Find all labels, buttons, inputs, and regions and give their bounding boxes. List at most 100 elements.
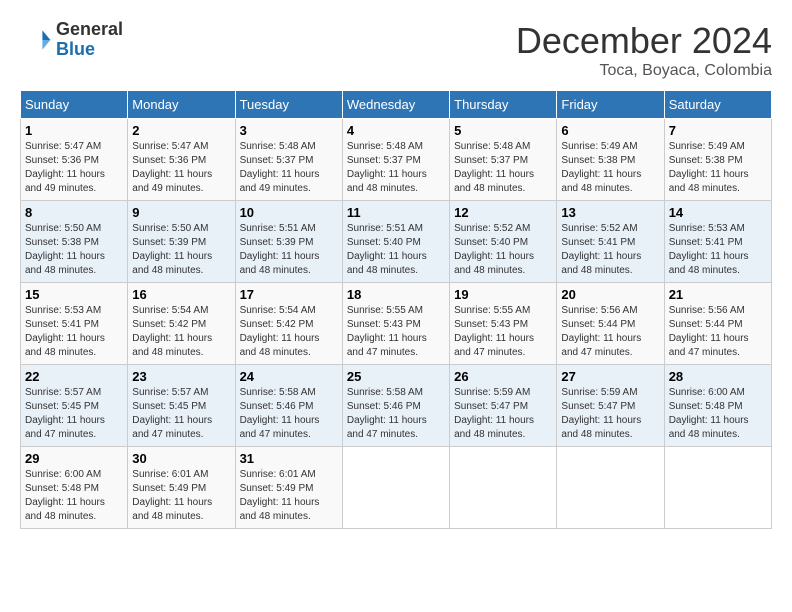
day-info: Sunrise: 5:48 AM Sunset: 5:37 PM Dayligh… [240, 140, 338, 196]
day-cell-21: 21 Sunrise: 5:56 AM Sunset: 5:44 PM Dayli… [664, 283, 771, 365]
day-cell-27: 27Sunrise: 5:59 AM Sunset: 5:47 PM Dayli… [557, 365, 664, 447]
empty-cell [664, 447, 771, 529]
day-cell-11: 11Sunrise: 5:51 AM Sunset: 5:40 PM Dayli… [342, 201, 449, 283]
day-number: 18 [347, 287, 445, 302]
day-number: 23 [132, 369, 230, 384]
day-cell-2: 2 Sunrise: 5:47 AM Sunset: 5:36 PM Daylig… [128, 119, 235, 201]
day-number: 9 [132, 205, 230, 220]
day-number: 10 [240, 205, 338, 220]
day-info: Sunrise: 5:52 AM Sunset: 5:41 PM Dayligh… [561, 222, 659, 278]
day-info: Sunrise: 5:55 AM Sunset: 5:43 PM Dayligh… [347, 304, 445, 360]
day-cell-14: 14 Sunrise: 5:53 AM Sunset: 5:41 PM Dayli… [664, 201, 771, 283]
day-number: 11 [347, 205, 445, 220]
day-number: 13 [561, 205, 659, 220]
calendar-title: December 2024 [516, 20, 772, 62]
day-number: 2 [132, 123, 230, 138]
day-number: 28 [669, 369, 767, 384]
empty-cell [342, 447, 449, 529]
day-number: 1 [25, 123, 123, 138]
day-cell-19: 19 Sunrise: 5:55 AM Sunset: 5:43 PM Dayli… [450, 283, 557, 365]
day-cell-30: 30 Sunrise: 6:01 AM Sunset: 5:49 PM Dayli… [128, 447, 235, 529]
day-info: Sunrise: 5:49 AM Sunset: 5:38 PM Dayligh… [561, 140, 659, 196]
day-info: Sunrise: 6:00 AM Sunset: 5:48 PM Dayligh… [25, 468, 123, 524]
day-cell-4: 4Sunrise: 5:48 AM Sunset: 5:37 PM Daylig… [342, 119, 449, 201]
day-info: Sunrise: 5:57 AM Sunset: 5:45 PM Dayligh… [132, 386, 230, 442]
day-cell-22: 22 Sunrise: 5:57 AM Sunset: 5:45 PM Dayli… [21, 365, 128, 447]
day-cell-17: 17 Sunrise: 5:54 AM Sunset: 5:42 PM Dayli… [235, 283, 342, 365]
day-number: 19 [454, 287, 552, 302]
logo-icon [20, 24, 52, 56]
day-number: 4 [347, 123, 445, 138]
day-info: Sunrise: 5:49 AM Sunset: 5:38 PM Dayligh… [669, 140, 767, 196]
day-cell-16: 16Sunrise: 5:54 AM Sunset: 5:42 PM Dayli… [128, 283, 235, 365]
day-cell-25: 25Sunrise: 5:58 AM Sunset: 5:46 PM Dayli… [342, 365, 449, 447]
day-cell-12: 12 Sunrise: 5:52 AM Sunset: 5:40 PM Dayli… [450, 201, 557, 283]
day-info: Sunrise: 5:55 AM Sunset: 5:43 PM Dayligh… [454, 304, 552, 360]
day-info: Sunrise: 5:56 AM Sunset: 5:44 PM Dayligh… [561, 304, 659, 360]
day-cell-29: 29 Sunrise: 6:00 AM Sunset: 5:48 PM Dayli… [21, 447, 128, 529]
week-row-4: 22 Sunrise: 5:57 AM Sunset: 5:45 PM Dayli… [21, 365, 772, 447]
day-number: 17 [240, 287, 338, 302]
day-info: Sunrise: 6:01 AM Sunset: 5:49 PM Dayligh… [240, 468, 338, 524]
day-info: Sunrise: 5:54 AM Sunset: 5:42 PM Dayligh… [240, 304, 338, 360]
day-number: 21 [669, 287, 767, 302]
column-header-sunday: Sunday [21, 91, 128, 119]
column-header-thursday: Thursday [450, 91, 557, 119]
day-info: Sunrise: 5:47 AM Sunset: 5:36 PM Dayligh… [25, 140, 123, 196]
calendar-subtitle: Toca, Boyaca, Colombia [516, 62, 772, 80]
day-cell-8: 8Sunrise: 5:50 AM Sunset: 5:38 PM Daylig… [21, 201, 128, 283]
day-cell-9: 9 Sunrise: 5:50 AM Sunset: 5:39 PM Daylig… [128, 201, 235, 283]
day-cell-31: 31 Sunrise: 6:01 AM Sunset: 5:49 PM Dayli… [235, 447, 342, 529]
day-number: 31 [240, 451, 338, 466]
day-number: 26 [454, 369, 552, 384]
day-info: Sunrise: 5:50 AM Sunset: 5:39 PM Dayligh… [132, 222, 230, 278]
day-number: 29 [25, 451, 123, 466]
day-cell-3: 3Sunrise: 5:48 AM Sunset: 5:37 PM Daylig… [235, 119, 342, 201]
day-number: 15 [25, 287, 123, 302]
week-row-1: 1 Sunrise: 5:47 AM Sunset: 5:36 PM Daylig… [21, 119, 772, 201]
day-info: Sunrise: 5:56 AM Sunset: 5:44 PM Dayligh… [669, 304, 767, 360]
day-cell-1: 1 Sunrise: 5:47 AM Sunset: 5:36 PM Daylig… [21, 119, 128, 201]
day-info: Sunrise: 5:53 AM Sunset: 5:41 PM Dayligh… [25, 304, 123, 360]
day-cell-7: 7 Sunrise: 5:49 AM Sunset: 5:38 PM Daylig… [664, 119, 771, 201]
day-info: Sunrise: 6:01 AM Sunset: 5:49 PM Dayligh… [132, 468, 230, 524]
day-cell-24: 24Sunrise: 5:58 AM Sunset: 5:46 PM Dayli… [235, 365, 342, 447]
day-number: 5 [454, 123, 552, 138]
day-number: 7 [669, 123, 767, 138]
day-cell-20: 20 Sunrise: 5:56 AM Sunset: 5:44 PM Dayli… [557, 283, 664, 365]
day-info: Sunrise: 5:58 AM Sunset: 5:46 PM Dayligh… [347, 386, 445, 442]
title-block: December 2024 Toca, Boyaca, Colombia [516, 20, 772, 80]
day-info: Sunrise: 5:58 AM Sunset: 5:46 PM Dayligh… [240, 386, 338, 442]
day-info: Sunrise: 5:57 AM Sunset: 5:45 PM Dayligh… [25, 386, 123, 442]
day-number: 12 [454, 205, 552, 220]
day-cell-18: 18 Sunrise: 5:55 AM Sunset: 5:43 PM Dayli… [342, 283, 449, 365]
week-row-2: 8Sunrise: 5:50 AM Sunset: 5:38 PM Daylig… [21, 201, 772, 283]
empty-cell [557, 447, 664, 529]
logo-text: General Blue [56, 20, 123, 60]
week-row-3: 15 Sunrise: 5:53 AM Sunset: 5:41 PM Dayli… [21, 283, 772, 365]
day-cell-23: 23 Sunrise: 5:57 AM Sunset: 5:45 PM Dayli… [128, 365, 235, 447]
empty-cell [450, 447, 557, 529]
day-info: Sunrise: 5:50 AM Sunset: 5:38 PM Dayligh… [25, 222, 123, 278]
day-info: Sunrise: 5:52 AM Sunset: 5:40 PM Dayligh… [454, 222, 552, 278]
day-info: Sunrise: 5:47 AM Sunset: 5:36 PM Dayligh… [132, 140, 230, 196]
day-info: Sunrise: 5:59 AM Sunset: 5:47 PM Dayligh… [454, 386, 552, 442]
calendar-table: SundayMondayTuesdayWednesdayThursdayFrid… [20, 90, 772, 529]
day-number: 16 [132, 287, 230, 302]
column-header-monday: Monday [128, 91, 235, 119]
day-cell-6: 6 Sunrise: 5:49 AM Sunset: 5:38 PM Daylig… [557, 119, 664, 201]
day-number: 22 [25, 369, 123, 384]
day-info: Sunrise: 6:00 AM Sunset: 5:48 PM Dayligh… [669, 386, 767, 442]
day-number: 30 [132, 451, 230, 466]
day-number: 14 [669, 205, 767, 220]
day-info: Sunrise: 5:48 AM Sunset: 5:37 PM Dayligh… [454, 140, 552, 196]
day-cell-26: 26 Sunrise: 5:59 AM Sunset: 5:47 PM Dayli… [450, 365, 557, 447]
column-header-wednesday: Wednesday [342, 91, 449, 119]
day-number: 20 [561, 287, 659, 302]
day-cell-28: 28 Sunrise: 6:00 AM Sunset: 5:48 PM Dayli… [664, 365, 771, 447]
logo: General Blue [20, 20, 123, 60]
day-number: 6 [561, 123, 659, 138]
day-cell-15: 15 Sunrise: 5:53 AM Sunset: 5:41 PM Dayli… [21, 283, 128, 365]
day-info: Sunrise: 5:53 AM Sunset: 5:41 PM Dayligh… [669, 222, 767, 278]
day-info: Sunrise: 5:59 AM Sunset: 5:47 PM Dayligh… [561, 386, 659, 442]
